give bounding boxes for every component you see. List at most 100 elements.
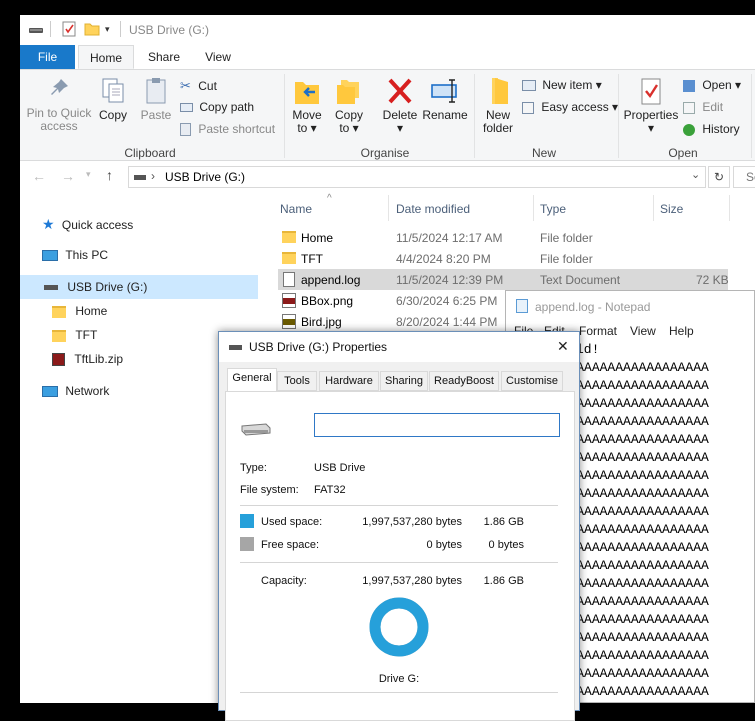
history-button[interactable]: History: [683, 122, 740, 136]
tab-readyboost[interactable]: ReadyBoost: [429, 371, 499, 391]
new-item-icon: [522, 80, 536, 92]
network-icon: [42, 386, 58, 398]
tab-file[interactable]: File: [20, 45, 75, 69]
column-size[interactable]: Size: [660, 202, 683, 216]
easy-access-button[interactable]: Easy access ▾: [522, 100, 618, 114]
recent-chevron-icon[interactable]: ▾: [86, 169, 91, 180]
new-folder-quick-icon[interactable]: [84, 21, 100, 37]
copy-path-button[interactable]: Copy path: [180, 100, 254, 114]
properties-icon: [641, 78, 661, 105]
tab-home[interactable]: Home: [78, 45, 134, 69]
menu-format[interactable]: Format: [579, 324, 617, 338]
table-row[interactable]: TFT 4/4/2024 8:20 PM File folder: [278, 248, 728, 269]
new-item-button[interactable]: New item ▾: [522, 78, 602, 92]
jpg-file-icon: [282, 314, 296, 329]
tab-view[interactable]: View: [192, 45, 244, 69]
address-path: USB Drive (G:): [165, 170, 246, 184]
sort-up-icon: ^: [327, 193, 332, 204]
drive-caption: Drive G:: [378, 673, 420, 685]
easy-access-icon: [522, 101, 534, 114]
move-label-2: to ▾: [297, 121, 317, 135]
nav-network[interactable]: Network: [42, 384, 109, 398]
drive-icon: [134, 175, 146, 180]
used-space-label: Used space:: [261, 516, 323, 528]
nav-usb-drive[interactable]: USB Drive (G:): [44, 280, 147, 294]
edit-button[interactable]: Edit: [683, 100, 723, 114]
properties-button[interactable]: Properties ▾: [622, 76, 680, 135]
file-system-value: FAT32: [314, 484, 346, 496]
breadcrumb-chevron-icon[interactable]: ›: [151, 169, 155, 183]
table-row[interactable]: Home 11/5/2024 12:17 AM File folder: [278, 227, 728, 248]
open-button[interactable]: Open ▾: [683, 78, 741, 92]
ribbon: Pin to Quick access Copy Paste ✂ Cut Cop…: [20, 69, 755, 161]
properties-quick-icon[interactable]: [62, 21, 76, 37]
rename-icon: [431, 79, 457, 103]
column-name[interactable]: Name: [280, 202, 312, 216]
nav-quick-access[interactable]: ★ Quick access: [42, 216, 133, 233]
copy-icon: [102, 78, 124, 103]
file-system-label: File system:: [240, 484, 299, 496]
free-space-swatch: [240, 537, 254, 551]
folder-icon: [282, 252, 296, 264]
pin-label-2: access: [40, 119, 78, 133]
move-to-button[interactable]: Move to ▾: [290, 76, 324, 135]
refresh-icon[interactable]: ↻: [708, 166, 730, 188]
menu-view[interactable]: View: [630, 324, 656, 338]
nav-this-pc[interactable]: This PC: [42, 248, 108, 262]
cut-button[interactable]: ✂ Cut: [180, 78, 217, 94]
nav-tft[interactable]: TFT: [52, 328, 97, 342]
text-file-icon: [283, 272, 295, 287]
copy-to-label-2: to ▾: [339, 121, 359, 135]
pin-icon: [51, 79, 68, 95]
paste-button[interactable]: Paste: [136, 76, 176, 122]
history-icon: [683, 123, 695, 136]
nav-tftlib[interactable]: TftLib.zip: [52, 352, 123, 367]
open-group-label: Open: [668, 146, 698, 160]
ring-used-segment: [369, 597, 429, 657]
up-arrow-icon[interactable]: ↑: [106, 167, 113, 183]
back-arrow-icon[interactable]: ←: [32, 168, 46, 184]
edit-label: Edit: [702, 100, 724, 114]
delete-button[interactable]: Delete ▾: [380, 76, 420, 135]
drive-icon: [44, 285, 58, 291]
qat-dropdown-icon[interactable]: ▾: [105, 24, 110, 35]
ribbon-tabs: File Home Share View: [20, 45, 755, 69]
search-input[interactable]: Se: [733, 166, 755, 188]
rename-label: Rename: [422, 108, 468, 122]
rename-button[interactable]: Rename: [422, 76, 468, 122]
tab-general[interactable]: General: [227, 368, 277, 392]
search-placeholder: Se: [746, 170, 755, 184]
column-date-modified[interactable]: Date modified: [396, 202, 470, 216]
copy-to-button[interactable]: Copy to ▾: [332, 76, 366, 135]
tab-tools[interactable]: Tools: [277, 371, 317, 391]
notepad-title-bar: append.log - Notepad: [506, 291, 754, 321]
tab-sharing[interactable]: Sharing: [380, 371, 428, 391]
tab-customise[interactable]: Customise: [501, 371, 563, 391]
new-folder-button[interactable]: New folder: [478, 76, 518, 135]
pin-to-quick-access-button[interactable]: Pin to Quick access: [24, 76, 94, 133]
new-folder-label-2: folder: [482, 121, 514, 135]
nav-home[interactable]: Home: [52, 304, 107, 318]
dialog-title: USB Drive (G:) Properties: [249, 340, 388, 354]
used-space-short: 1.86 GB: [483, 516, 524, 528]
edit-icon: [683, 101, 695, 114]
general-panel: Type: USB Drive File system: FAT32 Used …: [225, 391, 575, 721]
column-type[interactable]: Type: [540, 202, 566, 216]
delete-x-icon: [388, 78, 412, 104]
paste-shortcut-icon: [180, 123, 191, 137]
tab-share[interactable]: Share: [136, 45, 192, 69]
close-icon[interactable]: ✕: [557, 338, 569, 355]
menu-help[interactable]: Help: [669, 324, 694, 338]
forward-arrow-icon[interactable]: →: [61, 168, 75, 184]
tab-hardware[interactable]: Hardware: [319, 371, 379, 391]
type-label: Type:: [240, 462, 267, 474]
drive-label-input[interactable]: [314, 413, 560, 437]
paste-shortcut-button[interactable]: Paste shortcut: [180, 122, 275, 137]
table-row-selected[interactable]: append.log 11/5/2024 12:39 PM Text Docum…: [278, 269, 729, 290]
address-bar[interactable]: › USB Drive (G:) ⌄: [128, 166, 706, 188]
capacity-label: Capacity:: [261, 575, 307, 587]
copy-button[interactable]: Copy: [96, 76, 130, 122]
clipboard-group-label: Clipboard: [124, 146, 176, 160]
easy-access-label: Easy access: [541, 100, 609, 114]
address-dropdown-icon[interactable]: ⌄: [691, 168, 700, 181]
